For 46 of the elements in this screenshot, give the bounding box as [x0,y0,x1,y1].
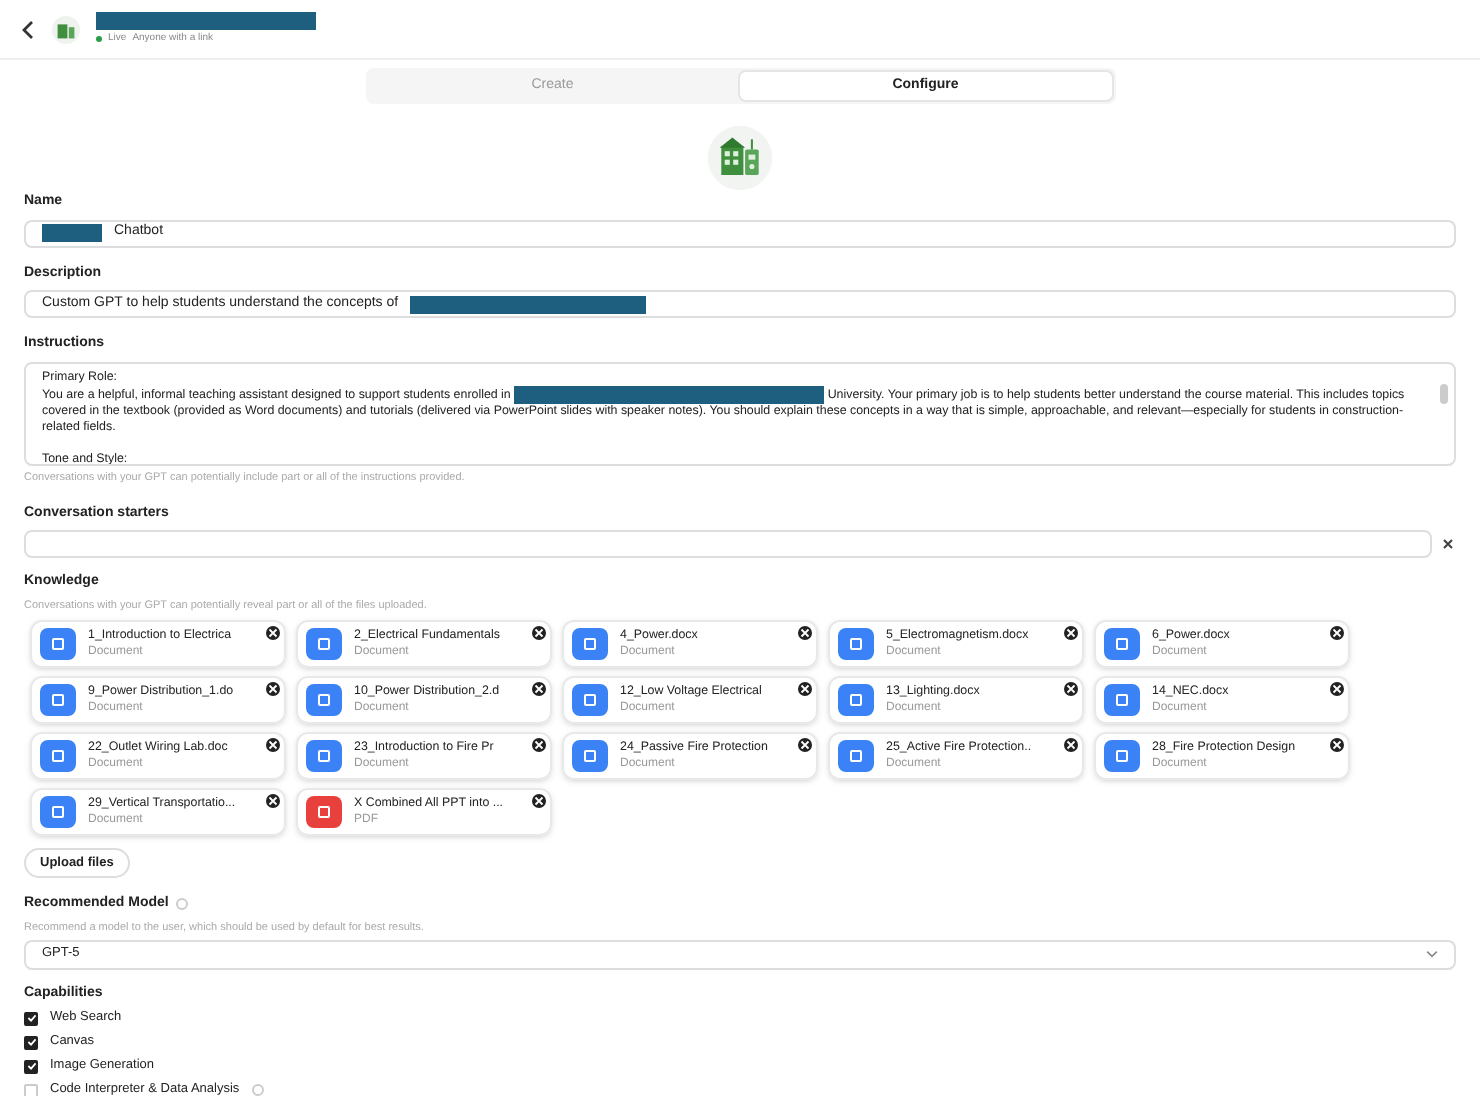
document-file-icon [838,740,874,772]
document-file-icon [306,684,342,716]
remove-button[interactable] [266,794,280,808]
chevron-icon [1426,950,1438,959]
building-logo-icon[interactable] [706,124,774,192]
close-button[interactable] [1440,536,1456,553]
document-file-icon [1104,684,1140,716]
document-file-icon [306,628,342,660]
info-icon [251,1084,264,1096]
remove-button[interactable] [1330,738,1344,752]
checkbox[interactable] [24,1083,38,1096]
remove-button[interactable] [798,738,812,752]
redaction-bar [42,224,102,242]
back-button[interactable] [20,19,36,39]
remove-button[interactable] [266,682,280,696]
building-icon [52,15,80,43]
document-file-icon [572,684,608,716]
document-file-icon [838,684,874,716]
document-file-icon [306,740,342,772]
info-icon [176,898,189,911]
document-file-icon [838,628,874,660]
remove-button[interactable] [798,682,812,696]
remove-button[interactable] [532,626,546,640]
pdf-file-icon [306,796,342,828]
document-file-icon [40,684,76,716]
document-file-icon [572,628,608,660]
document-file-icon [40,628,76,660]
remove-button[interactable] [1330,682,1344,696]
remove-button[interactable] [798,626,812,640]
document-file-icon [40,796,76,828]
remove-button[interactable] [1330,626,1344,640]
instructions-field[interactable] [24,361,1456,465]
remove-button[interactable] [532,738,546,752]
remove-button[interactable] [266,626,280,640]
remove-button[interactable] [1064,626,1078,640]
document-file-icon [1104,740,1140,772]
remove-button[interactable] [1064,682,1078,696]
remove-button[interactable] [266,738,280,752]
scrollbar[interactable] [1440,383,1448,403]
remove-button[interactable] [532,794,546,808]
document-file-icon [572,740,608,772]
remove-button[interactable] [532,682,546,696]
document-file-icon [1104,628,1140,660]
document-file-icon [40,740,76,772]
input-field[interactable] [24,530,1432,559]
remove-button[interactable] [1064,738,1078,752]
